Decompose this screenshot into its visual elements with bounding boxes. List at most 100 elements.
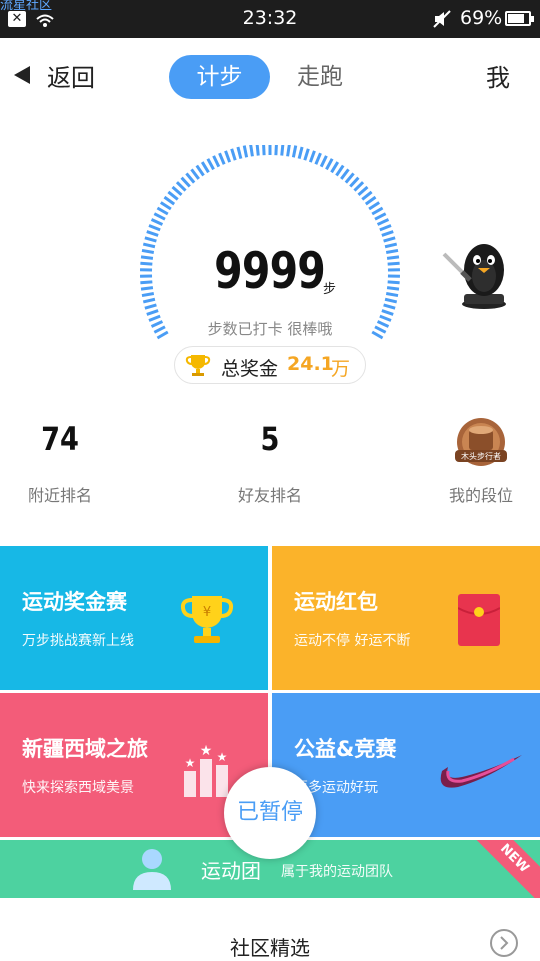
- gauge-tick: [288, 145, 290, 156]
- team-subtitle: 属于我的运动团队: [281, 861, 393, 881]
- gauge-tick: [149, 226, 160, 230]
- tile-subtitle: 运动不停 好运不断: [294, 630, 410, 650]
- gauge-tick: [152, 220, 163, 225]
- gauge-tick: [350, 178, 358, 187]
- svg-text:★: ★: [217, 750, 228, 764]
- gauge-tick: [382, 311, 393, 315]
- gauge-tick: [238, 147, 241, 159]
- community-section[interactable]: 社区精选: [0, 900, 540, 960]
- gauge-tick: [336, 166, 343, 176]
- gauge-tick: [305, 149, 309, 160]
- mute-icon: [432, 9, 452, 29]
- tile-bonus-race[interactable]: 运动奖金赛 万步挑战赛新上线 ¥: [0, 546, 268, 690]
- gauge-tick: [251, 145, 253, 156]
- pause-button[interactable]: 已暂停: [224, 767, 316, 859]
- gauge-tick: [177, 182, 186, 190]
- gauge-tick: [145, 305, 157, 308]
- gauge-tick: [147, 311, 158, 315]
- svg-text:★: ★: [185, 756, 196, 770]
- gauge-tick: [372, 208, 382, 214]
- gauge-tick: [321, 156, 326, 167]
- gauge-tick: [362, 192, 371, 199]
- tile-red-envelope[interactable]: 运动红包 运动不停 好运不断: [272, 546, 540, 690]
- gauge-tick: [202, 162, 208, 172]
- tile-title: 新疆西域之旅: [22, 733, 148, 763]
- chevron-right-icon[interactable]: [489, 928, 519, 958]
- tab-step-count[interactable]: 计步: [169, 55, 270, 99]
- gauge-tick: [384, 305, 396, 308]
- gauge-tick: [208, 159, 214, 170]
- me-button[interactable]: 我: [486, 58, 510, 93]
- gauge-tick: [332, 162, 338, 172]
- new-badge: NEW: [462, 840, 540, 898]
- gauge-tick: [145, 238, 157, 241]
- gauge-tick: [316, 153, 321, 164]
- red-envelope-icon: [458, 594, 500, 646]
- gauge-tick: [378, 220, 389, 225]
- gauge-tick: [220, 153, 225, 164]
- gauge-tick: [293, 146, 295, 158]
- gauge-tick: [375, 214, 386, 219]
- nearby-rank-value: 74: [9, 420, 111, 458]
- bonus-amount: 24.1: [287, 353, 334, 375]
- gauge-tick: [173, 187, 182, 195]
- gauge-tick: [226, 151, 230, 162]
- friend-rank-value: 5: [219, 420, 321, 458]
- battery-icon: [505, 11, 531, 26]
- gauge-tick: [164, 197, 174, 204]
- gauge-tick: [276, 145, 277, 155]
- gauge-tick: [366, 197, 376, 204]
- gauge-tick: [157, 208, 167, 214]
- gauge-tick: [341, 169, 348, 179]
- gauge-tick: [147, 232, 158, 236]
- friend-rank-label: 好友排名: [210, 482, 330, 506]
- battery-percent: 69%: [460, 7, 502, 29]
- gauge-tick: [382, 232, 393, 236]
- gauge-tick: [161, 202, 171, 209]
- step-count: 9999: [215, 242, 326, 300]
- gauge-tick: [214, 156, 219, 167]
- gauge-tick: [326, 159, 332, 170]
- nearby-rank-label: 附近排名: [0, 482, 120, 506]
- gauge-tick: [354, 182, 363, 190]
- back-arrow-icon[interactable]: [14, 66, 30, 84]
- bonus-label: 总奖金: [221, 354, 278, 381]
- clock: 23:32: [0, 7, 540, 29]
- status-bar: ✕ 流星社区 23:32 69%: [0, 0, 540, 38]
- gauge-tick: [257, 145, 258, 156]
- gauge-tick: [168, 192, 177, 199]
- badge-text: 木头步行者: [461, 451, 501, 461]
- checkin-status: 步数已打卡 很棒哦: [0, 318, 540, 339]
- my-level-label: 我的段位: [421, 482, 540, 506]
- gauge-tick: [346, 173, 354, 182]
- gauge-tick: [232, 149, 236, 160]
- gauge-tick: [244, 146, 246, 158]
- gauge-tick: [182, 178, 190, 187]
- swoosh-icon: [438, 749, 524, 793]
- gauge-tick: [384, 238, 396, 241]
- team-title: 运动团: [201, 855, 261, 884]
- gauge-tick: [197, 166, 204, 176]
- tab-running[interactable]: 走跑: [280, 55, 360, 99]
- gauge-tick: [264, 145, 265, 155]
- gauge-tick: [310, 151, 314, 162]
- gauge-tick: [299, 147, 302, 159]
- gauge-tick: [380, 226, 391, 230]
- penguin-mascot-icon[interactable]: [440, 236, 516, 310]
- tile-title: 运动奖金赛: [22, 586, 127, 616]
- tile-title: 运动红包: [294, 586, 378, 616]
- gauge-tick: [154, 214, 165, 219]
- community-title: 社区精选: [0, 932, 540, 961]
- back-button[interactable]: 返回: [47, 58, 95, 93]
- trophy-icon: [185, 352, 211, 378]
- rank-badge-icon[interactable]: 木头步行者: [451, 416, 511, 470]
- gauge-tick: [192, 169, 199, 179]
- total-bonus-pill[interactable]: 总奖金 24.1 万: [174, 346, 366, 384]
- gauge-tick: [358, 187, 367, 195]
- tile-title: 公益&竞赛: [294, 733, 396, 763]
- tile-subtitle: 万步挑战赛新上线: [22, 630, 134, 650]
- tile-subtitle: 快来探索西域美景: [22, 777, 134, 797]
- gauge-tick: [282, 145, 283, 156]
- svg-text:¥: ¥: [203, 605, 211, 620]
- step-unit: 步: [323, 278, 336, 297]
